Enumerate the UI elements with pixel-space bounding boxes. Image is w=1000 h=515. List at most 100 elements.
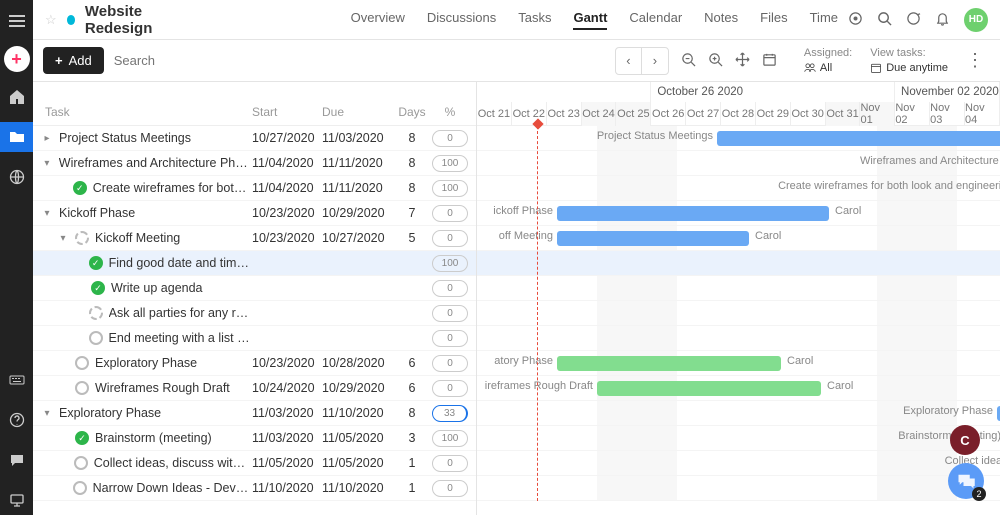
chevron-down-icon[interactable]: ▾ bbox=[41, 158, 53, 169]
progress-pill[interactable]: 100 bbox=[432, 430, 468, 447]
gantt-row[interactable]: Carolickoff Phase bbox=[477, 201, 1000, 226]
gantt-row[interactable] bbox=[477, 276, 1000, 301]
target-icon[interactable] bbox=[848, 11, 863, 29]
chevron-down-icon[interactable]: ▾ bbox=[57, 233, 69, 244]
progress-pill[interactable]: 0 bbox=[432, 205, 468, 222]
tab-time[interactable]: Time bbox=[810, 10, 838, 30]
progress-pill[interactable]: 100 bbox=[432, 155, 468, 172]
task-row[interactable]: End meeting with a list of need...0 bbox=[33, 326, 476, 351]
tab-discussions[interactable]: Discussions bbox=[427, 10, 496, 30]
chat-icon[interactable] bbox=[0, 445, 33, 475]
add-button[interactable]: +Add bbox=[43, 47, 104, 74]
gantt-row[interactable]: Collect ideas, discuss with bbox=[477, 451, 1000, 476]
progress-pill[interactable]: 0 bbox=[432, 130, 468, 147]
progress-pill[interactable]: 0 bbox=[432, 280, 468, 297]
bell-icon[interactable] bbox=[935, 11, 950, 29]
progress-pill[interactable]: 33 bbox=[432, 405, 468, 422]
task-row[interactable]: ✓Brainstorm (meeting)11/03/202011/05/202… bbox=[33, 426, 476, 451]
progress-pill[interactable]: 0 bbox=[432, 380, 468, 397]
status-circle-icon[interactable] bbox=[89, 306, 103, 320]
task-row[interactable]: Collect ideas, discuss with team11/05/20… bbox=[33, 451, 476, 476]
star-icon[interactable]: ☆ bbox=[45, 12, 57, 28]
monitor-icon[interactable] bbox=[0, 485, 33, 515]
task-row[interactable]: Ask all parties for any remarks...0 bbox=[33, 301, 476, 326]
gantt-row[interactable] bbox=[477, 301, 1000, 326]
gantt-row[interactable] bbox=[477, 476, 1000, 501]
checkmark-icon[interactable]: ✓ bbox=[91, 281, 105, 295]
progress-pill[interactable]: 0 bbox=[432, 330, 468, 347]
task-row[interactable]: ▾Kickoff Phase10/23/202010/29/202070 bbox=[33, 201, 476, 226]
status-circle-icon[interactable] bbox=[75, 231, 89, 245]
progress-pill[interactable]: 0 bbox=[432, 230, 468, 247]
more-menu-icon[interactable]: ⋮ bbox=[960, 50, 990, 71]
task-row[interactable]: ▾Wireframes and Architecture Phase11/04/… bbox=[33, 151, 476, 176]
help-icon[interactable] bbox=[0, 405, 33, 435]
task-row[interactable]: ▾Exploratory Phase11/03/202011/10/202083… bbox=[33, 401, 476, 426]
tab-gantt[interactable]: Gantt bbox=[573, 10, 607, 30]
task-row[interactable]: ✓Create wireframes for both look a...11/… bbox=[33, 176, 476, 201]
gantt-bar[interactable] bbox=[557, 231, 749, 246]
status-circle-icon[interactable] bbox=[75, 356, 89, 370]
next-arrow-icon[interactable]: › bbox=[642, 48, 668, 74]
progress-pill[interactable]: 0 bbox=[432, 455, 468, 472]
status-circle-icon[interactable] bbox=[75, 381, 89, 395]
status-circle-icon[interactable] bbox=[73, 481, 87, 495]
tab-notes[interactable]: Notes bbox=[704, 10, 738, 30]
zoom-in-icon[interactable] bbox=[708, 52, 723, 70]
task-row[interactable]: Exploratory Phase10/23/202010/28/202060 bbox=[33, 351, 476, 376]
gantt-row[interactable] bbox=[477, 251, 1000, 276]
progress-pill[interactable]: 0 bbox=[432, 480, 468, 497]
keyboard-icon[interactable] bbox=[0, 365, 33, 395]
gantt-bar[interactable] bbox=[597, 381, 821, 396]
tab-tasks[interactable]: Tasks bbox=[518, 10, 551, 30]
chevron-down-icon[interactable]: ▾ bbox=[41, 408, 53, 419]
task-row[interactable]: ✓Find good date and time for all...100 bbox=[33, 251, 476, 276]
progress-pill[interactable]: 100 bbox=[432, 180, 468, 197]
gantt-row[interactable]: Carolireframes Rough Draft bbox=[477, 376, 1000, 401]
activity-icon[interactable] bbox=[906, 11, 921, 29]
tab-overview[interactable]: Overview bbox=[351, 10, 405, 30]
home-icon[interactable] bbox=[0, 82, 33, 112]
task-row[interactable]: ▸Project Status Meetings10/27/202011/03/… bbox=[33, 126, 476, 151]
task-row[interactable]: Narrow Down Ideas - Develop Act...11/10/… bbox=[33, 476, 476, 501]
gantt-row[interactable]: Create wireframes for both look and engi… bbox=[477, 176, 1000, 201]
progress-pill[interactable]: 0 bbox=[432, 305, 468, 322]
view-filter[interactable]: View tasks: Due anytime bbox=[870, 46, 948, 75]
gantt-row[interactable] bbox=[477, 326, 1000, 351]
chat-fab[interactable]: 2 bbox=[948, 463, 984, 499]
prev-arrow-icon[interactable]: ‹ bbox=[616, 48, 642, 74]
gantt-bar[interactable] bbox=[557, 206, 829, 221]
search-icon[interactable] bbox=[877, 11, 892, 29]
tab-calendar[interactable]: Calendar bbox=[629, 10, 682, 30]
globe-icon[interactable] bbox=[0, 162, 33, 192]
user-avatar[interactable]: HD bbox=[964, 8, 988, 32]
status-circle-icon[interactable] bbox=[89, 331, 103, 345]
chevron-down-icon[interactable]: ▾ bbox=[41, 208, 53, 219]
assigned-filter[interactable]: Assigned: All bbox=[804, 46, 852, 75]
gantt-row[interactable]: Carolatory Phase bbox=[477, 351, 1000, 376]
chevron-right-icon[interactable]: ▸ bbox=[41, 133, 53, 144]
today-icon[interactable] bbox=[762, 52, 777, 70]
gantt-row[interactable]: Caroloff Meeting bbox=[477, 226, 1000, 251]
hamburger-icon[interactable] bbox=[0, 6, 33, 36]
task-row[interactable]: Wireframes Rough Draft10/24/202010/29/20… bbox=[33, 376, 476, 401]
task-row[interactable]: ✓Write up agenda0 bbox=[33, 276, 476, 301]
search-input[interactable] bbox=[114, 53, 234, 68]
folder-icon[interactable] bbox=[0, 122, 33, 152]
add-global-button[interactable]: + bbox=[4, 46, 30, 72]
status-circle-icon[interactable] bbox=[74, 456, 88, 470]
progress-pill[interactable]: 100 bbox=[432, 255, 468, 272]
gantt-chart[interactable]: October 26 2020November 02 2020 Oct 21Oc… bbox=[477, 82, 1000, 515]
gantt-row[interactable]: Exploratory Phase bbox=[477, 401, 1000, 426]
gantt-bar[interactable] bbox=[557, 356, 781, 371]
tab-files[interactable]: Files bbox=[760, 10, 787, 30]
checkmark-icon[interactable]: ✓ bbox=[89, 256, 103, 270]
checkmark-icon[interactable]: ✓ bbox=[75, 431, 89, 445]
gantt-bar[interactable] bbox=[717, 131, 1000, 146]
gantt-row[interactable]: Wireframes and Architecture Phase bbox=[477, 151, 1000, 176]
move-icon[interactable] bbox=[735, 52, 750, 70]
task-row[interactable]: ▾Kickoff Meeting10/23/202010/27/202050 bbox=[33, 226, 476, 251]
checkmark-icon[interactable]: ✓ bbox=[73, 181, 87, 195]
user-badge[interactable]: C bbox=[950, 425, 980, 455]
progress-pill[interactable]: 0 bbox=[432, 355, 468, 372]
